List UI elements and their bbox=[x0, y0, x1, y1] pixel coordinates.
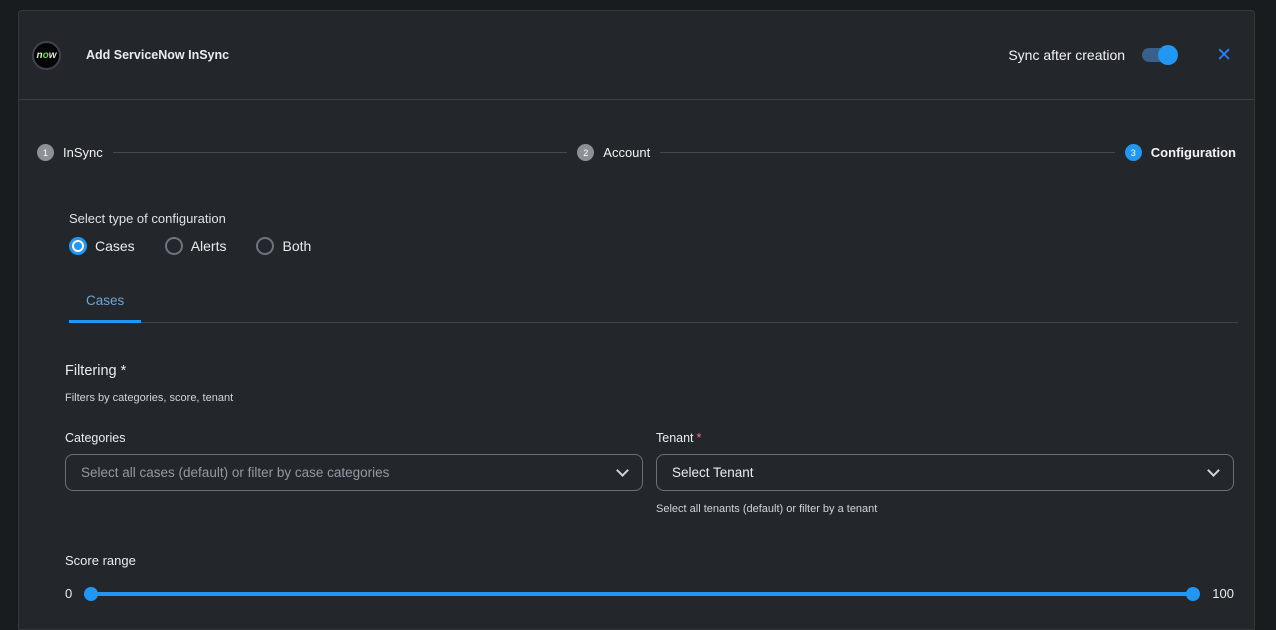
close-icon[interactable]: ✕ bbox=[1216, 46, 1232, 65]
slider-min-label: 0 bbox=[65, 586, 72, 601]
slider-track[interactable] bbox=[85, 592, 1199, 596]
dialog-title: Add ServiceNow InSync bbox=[86, 48, 229, 62]
categories-select[interactable]: Select all cases (default) or filter by … bbox=[65, 454, 643, 491]
tenant-select[interactable]: Select Tenant bbox=[656, 454, 1234, 491]
radio-button-icon[interactable] bbox=[256, 237, 274, 255]
filtering-section: Filtering * Filters by categories, score… bbox=[65, 363, 1234, 515]
radio-option-cases[interactable]: Cases bbox=[69, 237, 135, 255]
logo-letter: w bbox=[49, 50, 57, 61]
add-servicenow-insync-dialog: now Add ServiceNow InSync Sync after cre… bbox=[18, 10, 1255, 630]
score-range-label: Score range bbox=[65, 553, 1234, 568]
categories-label: Categories bbox=[65, 431, 643, 445]
dialog-header: now Add ServiceNow InSync Sync after cre… bbox=[19, 11, 1254, 99]
categories-placeholder: Select all cases (default) or filter by … bbox=[81, 465, 389, 480]
step-number-badge: 3 bbox=[1125, 144, 1142, 161]
tab-cases[interactable]: Cases bbox=[69, 293, 141, 323]
required-asterisk: * bbox=[121, 363, 127, 379]
radio-button-icon[interactable] bbox=[165, 237, 183, 255]
sync-after-creation-toggle[interactable] bbox=[1142, 48, 1176, 62]
chevron-down-icon bbox=[616, 464, 629, 477]
radio-label: Cases bbox=[95, 238, 135, 254]
step-configuration[interactable]: 3 Configuration bbox=[1125, 144, 1236, 161]
step-insync[interactable]: 1 InSync bbox=[37, 144, 103, 161]
tab-bar: Cases bbox=[69, 291, 1238, 323]
header-divider bbox=[19, 99, 1254, 100]
tenant-helper-text: Select all tenants (default) or filter b… bbox=[656, 503, 1234, 515]
tenant-selected-value: Select Tenant bbox=[672, 465, 754, 480]
step-number-badge: 1 bbox=[37, 144, 54, 161]
stepper-connector bbox=[113, 152, 568, 153]
radio-label: Both bbox=[282, 238, 311, 254]
wizard-stepper: 1 InSync 2 Account 3 Configuration bbox=[37, 144, 1236, 161]
radio-button-icon[interactable] bbox=[69, 237, 87, 255]
toggle-knob bbox=[1158, 45, 1178, 65]
filtering-title-text: Filtering bbox=[65, 363, 117, 379]
stepper-connector bbox=[660, 152, 1115, 153]
radio-label: Alerts bbox=[191, 238, 227, 254]
config-type-label: Select type of configuration bbox=[69, 211, 1238, 226]
radio-option-alerts[interactable]: Alerts bbox=[165, 237, 227, 255]
config-type-section: Select type of configuration Cases Alert… bbox=[69, 211, 1238, 255]
chevron-down-icon bbox=[1207, 464, 1220, 477]
step-label: Configuration bbox=[1151, 145, 1236, 160]
radio-option-both[interactable]: Both bbox=[256, 237, 311, 255]
config-type-radio-group: Cases Alerts Both bbox=[69, 237, 1238, 255]
step-label: InSync bbox=[63, 145, 103, 160]
tenant-label: Tenant* bbox=[656, 431, 1234, 445]
filter-fields-row: Categories Select all cases (default) or… bbox=[65, 431, 1234, 515]
required-asterisk: * bbox=[697, 431, 702, 445]
slider-max-label: 100 bbox=[1212, 586, 1234, 601]
categories-field: Categories Select all cases (default) or… bbox=[65, 431, 643, 515]
filtering-subtitle: Filters by categories, score, tenant bbox=[65, 392, 1234, 404]
step-account[interactable]: 2 Account bbox=[577, 144, 650, 161]
tenant-label-text: Tenant bbox=[656, 431, 694, 445]
step-number-badge: 2 bbox=[577, 144, 594, 161]
step-label: Account bbox=[603, 145, 650, 160]
score-range-section: Score range 0 100 bbox=[65, 553, 1234, 601]
sync-after-creation-label: Sync after creation bbox=[1008, 47, 1125, 63]
filtering-title: Filtering * bbox=[65, 363, 1234, 379]
tenant-field: Tenant* Select Tenant Select all tenants… bbox=[656, 431, 1234, 515]
servicenow-logo-icon: now bbox=[32, 41, 61, 70]
score-range-slider: 0 100 bbox=[65, 586, 1234, 601]
